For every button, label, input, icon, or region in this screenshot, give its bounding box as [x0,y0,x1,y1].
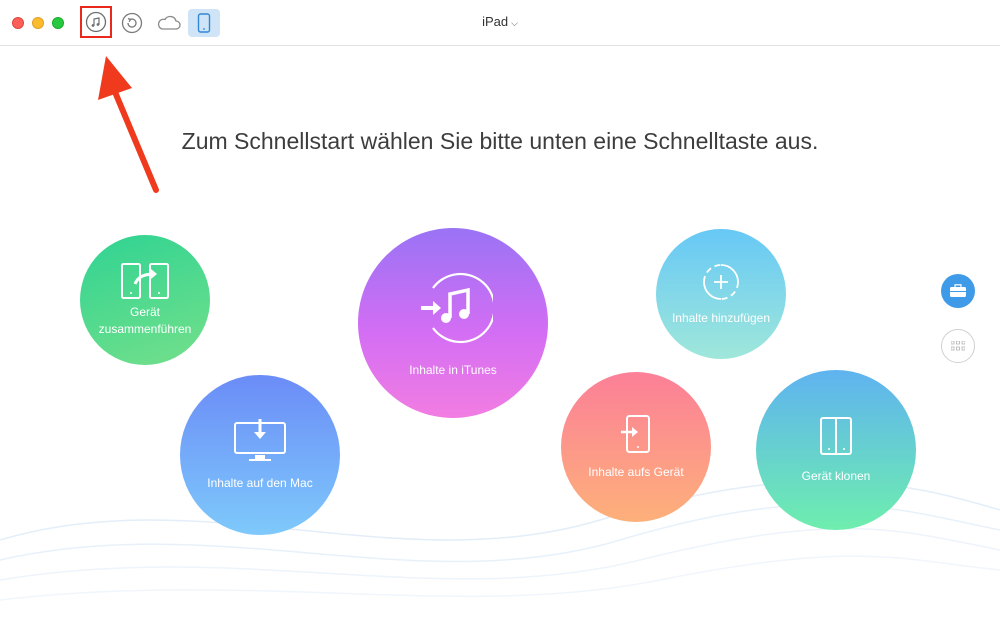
add-content-icon [703,263,739,300]
export-to-mac-button[interactable]: Inhalte auf den Mac [180,375,340,535]
device-selector[interactable]: iPad ⌵ [460,14,540,32]
icloud-button[interactable] [152,9,186,37]
merge-devices-label: Gerät zusammenführen [89,304,202,338]
chevron-down-icon: ⌵ [511,18,518,28]
merge-devices-icon [121,263,169,299]
add-content-button[interactable]: Inhalte hinzufügen [656,229,786,359]
window-maximize-button[interactable] [52,17,64,29]
restore-button[interactable] [117,9,147,37]
export-to-mac-label: Inhalte auf den Mac [207,475,313,490]
grid-icon [951,341,965,351]
merge-devices-button[interactable]: Gerät zusammenführen [80,235,210,365]
merge-label-line1: Gerät [129,305,160,319]
monitor-download-icon [234,418,286,461]
export-to-itunes-button[interactable]: Inhalte in iTunes [358,228,548,418]
device-import-icon [621,414,650,453]
window-minimize-button[interactable] [32,17,44,29]
itunes-library-button[interactable] [80,6,112,38]
export-to-itunes-label: Inhalte in iTunes [409,362,497,377]
annotation-arrow [98,56,159,193]
grid-view-button[interactable] [941,329,975,363]
merge-label-line2: zusammenführen [98,322,192,336]
device-name: iPad [482,14,509,29]
clone-device-icon [820,416,852,455]
add-content-label: Inhalte hinzufügen [671,310,771,325]
import-to-device-label: Inhalte aufs Gerät [588,464,684,479]
itunes-transfer-icon [421,272,493,343]
import-to-device-button[interactable]: Inhalte aufs Gerät [561,372,711,522]
cloud-icon [157,15,181,30]
toolkit-button[interactable] [941,274,975,308]
toolbox-icon [950,284,966,297]
restore-icon [121,12,143,34]
music-note-icon [85,11,107,33]
clone-device-label: Gerät klonen [801,468,871,483]
clone-device-button[interactable]: Gerät klonen [756,370,916,530]
device-manager-button[interactable] [188,9,220,37]
window-close-button[interactable] [12,17,24,29]
phone-icon [197,13,211,33]
title-bar: iPad ⌵ [0,0,1000,46]
